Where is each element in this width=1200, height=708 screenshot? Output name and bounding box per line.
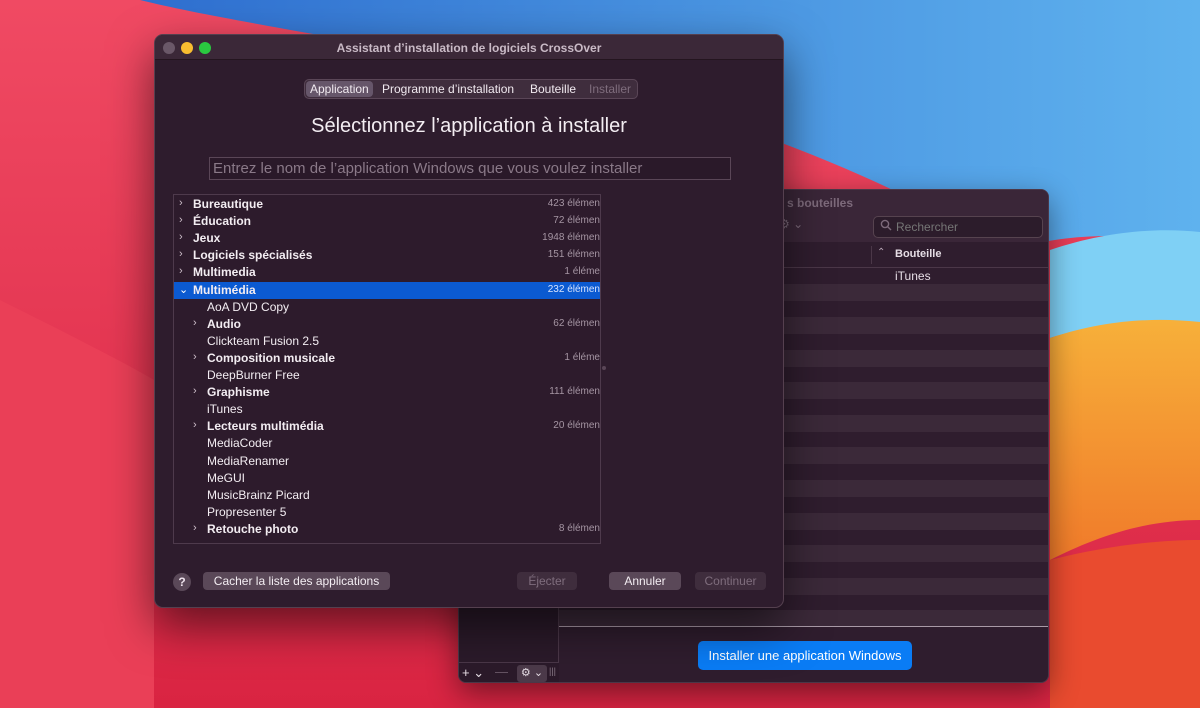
tree-row-label: Lecteurs multimédia: [207, 419, 324, 434]
tree-row-count: 62 élémen: [553, 317, 600, 329]
tree-item-row[interactable]: AoA DVD Copy: [174, 299, 600, 316]
tree-row-label: Jeux: [193, 231, 221, 246]
tree-item-row[interactable]: MediaRenamer: [174, 453, 600, 470]
bottle-name: iTunes: [895, 269, 931, 283]
continue-button[interactable]: Continuer: [695, 572, 766, 590]
tree-row-label: MeGUI: [207, 470, 246, 485]
tree-row-label: Logiciels spécialisés: [193, 248, 313, 263]
chevron-right-icon[interactable]: ›: [179, 248, 183, 260]
tree-row-count: 151 élémen: [547, 249, 600, 261]
tree-row-count: 8 élémen: [558, 522, 600, 534]
tree-row-label: Graphisme: [207, 385, 270, 400]
install-assistant-dialog: Assistant d’installation de logiciels Cr…: [154, 34, 784, 608]
tree-item-row[interactable]: Propresenter 5: [174, 504, 600, 521]
tree-row-count: 20 élémen: [553, 420, 600, 432]
chevron-right-icon[interactable]: ›: [193, 522, 197, 534]
tree-row-label: Composition musicale: [207, 350, 336, 365]
tree-category-row[interactable]: › Éducation 72 élémen: [174, 213, 600, 230]
tree-row-count: 72 élémen: [553, 215, 600, 227]
tree-item-row[interactable]: MeGUI: [174, 470, 600, 487]
chevron-down-icon[interactable]: ⌄: [179, 283, 188, 296]
bottle-gear-button[interactable]: ⚙ ⌄: [517, 665, 547, 682]
chevron-right-icon[interactable]: ›: [193, 317, 197, 329]
tree-item-row[interactable]: DeepBurner Free: [174, 367, 600, 384]
tree-category-row[interactable]: ⌄ Multimédia 232 élémen: [174, 281, 600, 299]
scroll-indicator[interactable]: [602, 366, 606, 370]
tree-row-label: Bureautique: [193, 197, 264, 211]
tree-row-label: Audio: [207, 316, 241, 331]
help-button[interactable]: ?: [173, 573, 191, 591]
remove-bottle-button[interactable]: —: [495, 664, 511, 681]
resize-grip-icon[interactable]: |||: [549, 666, 556, 676]
chevron-right-icon[interactable]: ›: [193, 419, 197, 431]
tree-category-row[interactable]: › Logiciels spécialisés 151 élémen: [174, 247, 600, 264]
tree-item-row[interactable]: › Lecteurs multimédia 20 élémen: [174, 418, 600, 435]
bottles-window-title: s bouteilles: [787, 196, 854, 210]
page-title: Sélectionnez l’application à installer: [311, 115, 627, 137]
eject-button[interactable]: Éjecter: [517, 572, 577, 590]
tree-category-row[interactable]: › Multimedia 1 éléme: [174, 264, 600, 281]
step-install: Installer: [589, 82, 632, 96]
tree-row-label: Multimédia: [193, 282, 256, 297]
tree-row-count: 1948 élémen: [542, 232, 600, 244]
application-tree-list[interactable]: › Bureautique 423 élémen › Éducation 72 éléme…: [173, 194, 601, 544]
search-icon: [880, 219, 892, 231]
cancel-button[interactable]: Annuler: [609, 572, 681, 590]
chevron-right-icon[interactable]: ›: [193, 385, 197, 397]
separator: [559, 626, 1048, 627]
tree-item-row[interactable]: iTunes: [174, 401, 600, 418]
tree-item-row[interactable]: › Audio 62 élémen: [174, 316, 600, 333]
step-indicator: Application Programme d’installation Bou…: [304, 79, 638, 99]
dialog-title: Assistant d’installation de logiciels Cr…: [336, 41, 602, 55]
step-bottle[interactable]: Bouteille: [526, 81, 580, 97]
tree-row-label: AoA DVD Copy: [207, 299, 290, 314]
chevron-right-icon[interactable]: ›: [179, 231, 183, 243]
chevron-right-icon[interactable]: ›: [179, 214, 183, 226]
tree-row-label: iTunes: [207, 402, 243, 417]
sort-ascending-icon[interactable]: ⌃: [877, 247, 885, 258]
tree-item-row[interactable]: MediaCoder: [174, 435, 600, 452]
tree-item-row[interactable]: › Retouche photo 8 élémen: [174, 521, 600, 538]
tree-row-label: Multimedia: [193, 265, 256, 280]
tree-row-count: 111 élémen: [549, 386, 600, 398]
tree-row-count: 1 éléme: [564, 351, 600, 363]
tree-item-row[interactable]: › Graphisme 111 élémen: [174, 384, 600, 401]
sidebar-toolbar: + ⌄ — ⚙ ⌄ |||: [459, 662, 559, 682]
tree-item-row[interactable]: MusicBrainz Picard: [174, 487, 600, 504]
chevron-right-icon[interactable]: ›: [179, 265, 183, 277]
hide-app-list-button[interactable]: Cacher la liste des applications: [203, 572, 390, 590]
tree-row-label: MediaRenamer: [207, 453, 290, 468]
tree-category-row[interactable]: › Bureautique 423 élémen: [174, 196, 600, 213]
step-installer[interactable]: Programme d’installation: [378, 81, 518, 97]
dialog-titlebar: Assistant d’installation de logiciels Cr…: [155, 35, 783, 60]
chevron-right-icon[interactable]: ›: [193, 351, 197, 363]
column-divider: [871, 246, 872, 264]
tree-row-label: Clickteam Fusion 2.5: [207, 333, 320, 348]
table-row: [559, 610, 1048, 626]
add-bottle-button[interactable]: + ⌄: [462, 665, 490, 682]
bottle-column-header[interactable]: Bouteille: [895, 248, 941, 260]
step-application[interactable]: Application: [306, 81, 373, 97]
tree-row-count: 423 élémen: [547, 198, 600, 209]
tree-row-label: MusicBrainz Picard: [207, 487, 310, 502]
tree-row-label: MediaCoder: [207, 436, 273, 451]
tree-row-label: Propresenter 5: [207, 504, 287, 519]
tree-row-label: DeepBurner Free: [207, 368, 300, 382]
tree-category-row[interactable]: › Jeux 1948 élémen: [174, 230, 600, 247]
tree-item-row[interactable]: › Composition musicale 1 éléme: [174, 350, 600, 367]
application-search-input[interactable]: [209, 157, 731, 180]
tree-row-label: Éducation: [193, 214, 252, 229]
install-windows-app-button[interactable]: Installer une application Windows: [698, 641, 912, 670]
tree-row-count: 232 élémen: [547, 283, 600, 295]
tree-row-count: 1 éléme: [564, 266, 600, 278]
tree-item-row[interactable]: Clickteam Fusion 2.5: [174, 333, 600, 350]
bottles-search-input[interactable]: [873, 216, 1043, 238]
tree-row-label: Retouche photo: [207, 521, 299, 536]
chevron-right-icon[interactable]: ›: [179, 197, 183, 209]
